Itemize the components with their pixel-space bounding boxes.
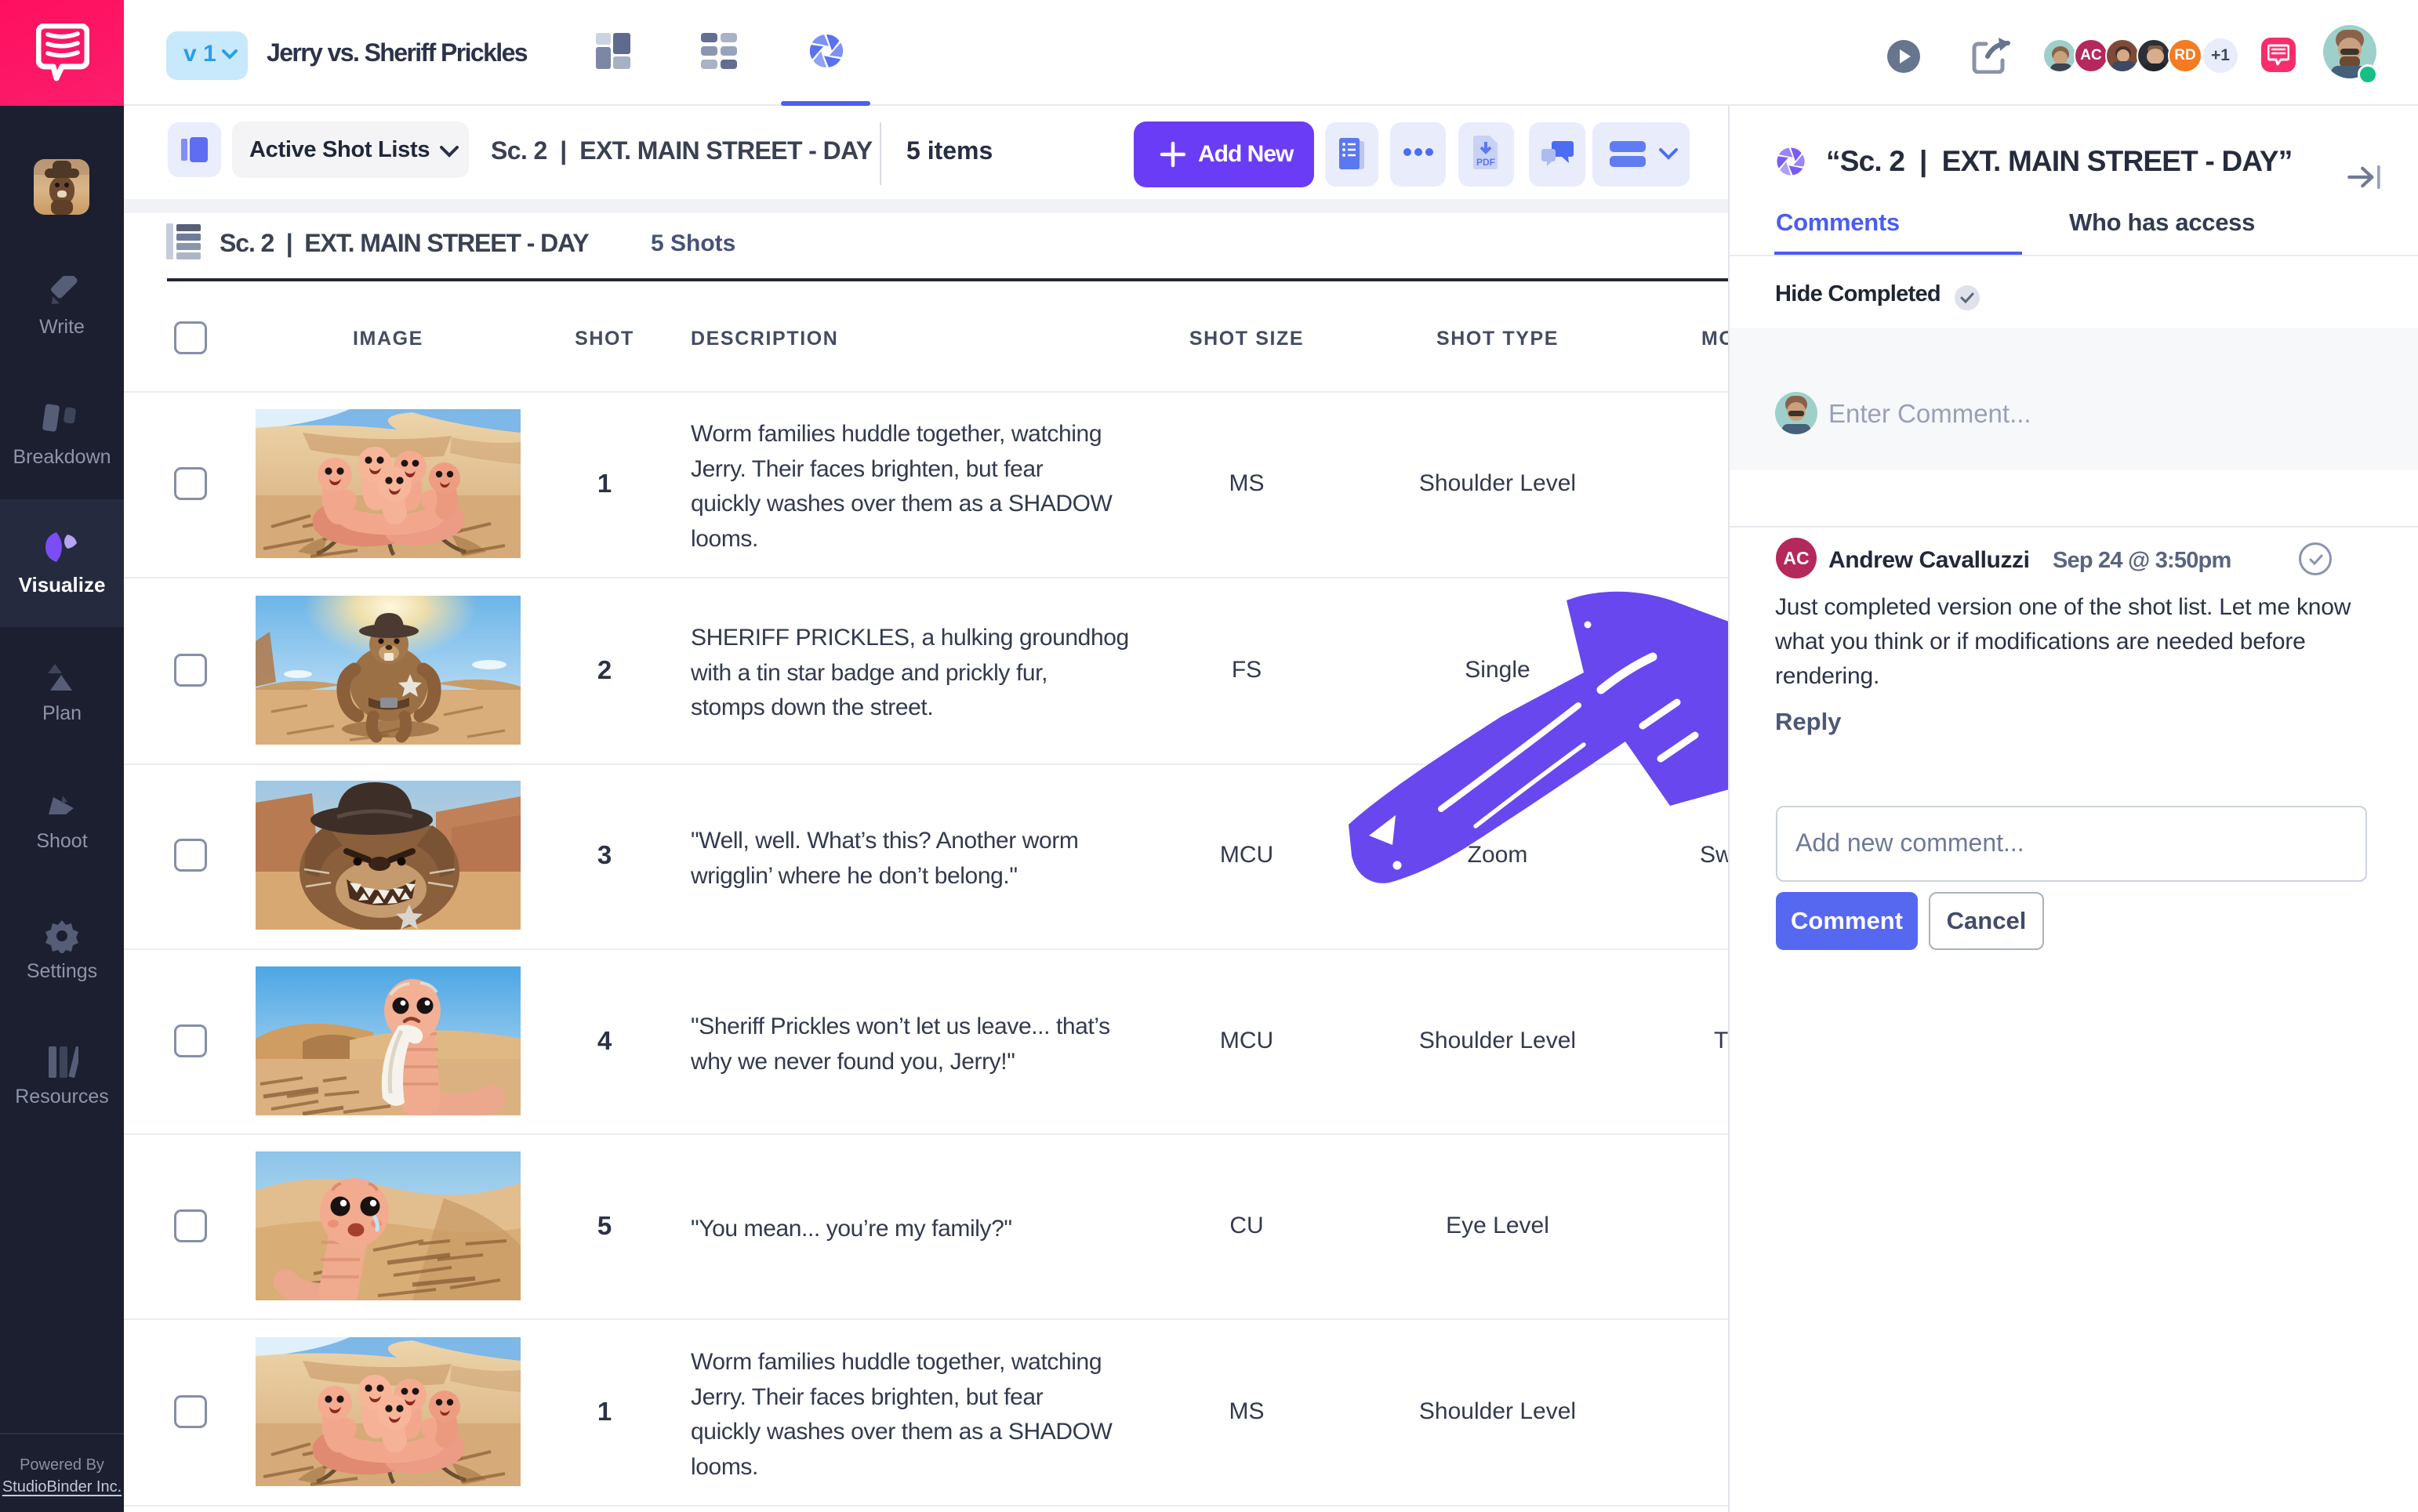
svg-text:PDF: PDF (1476, 157, 1495, 168)
